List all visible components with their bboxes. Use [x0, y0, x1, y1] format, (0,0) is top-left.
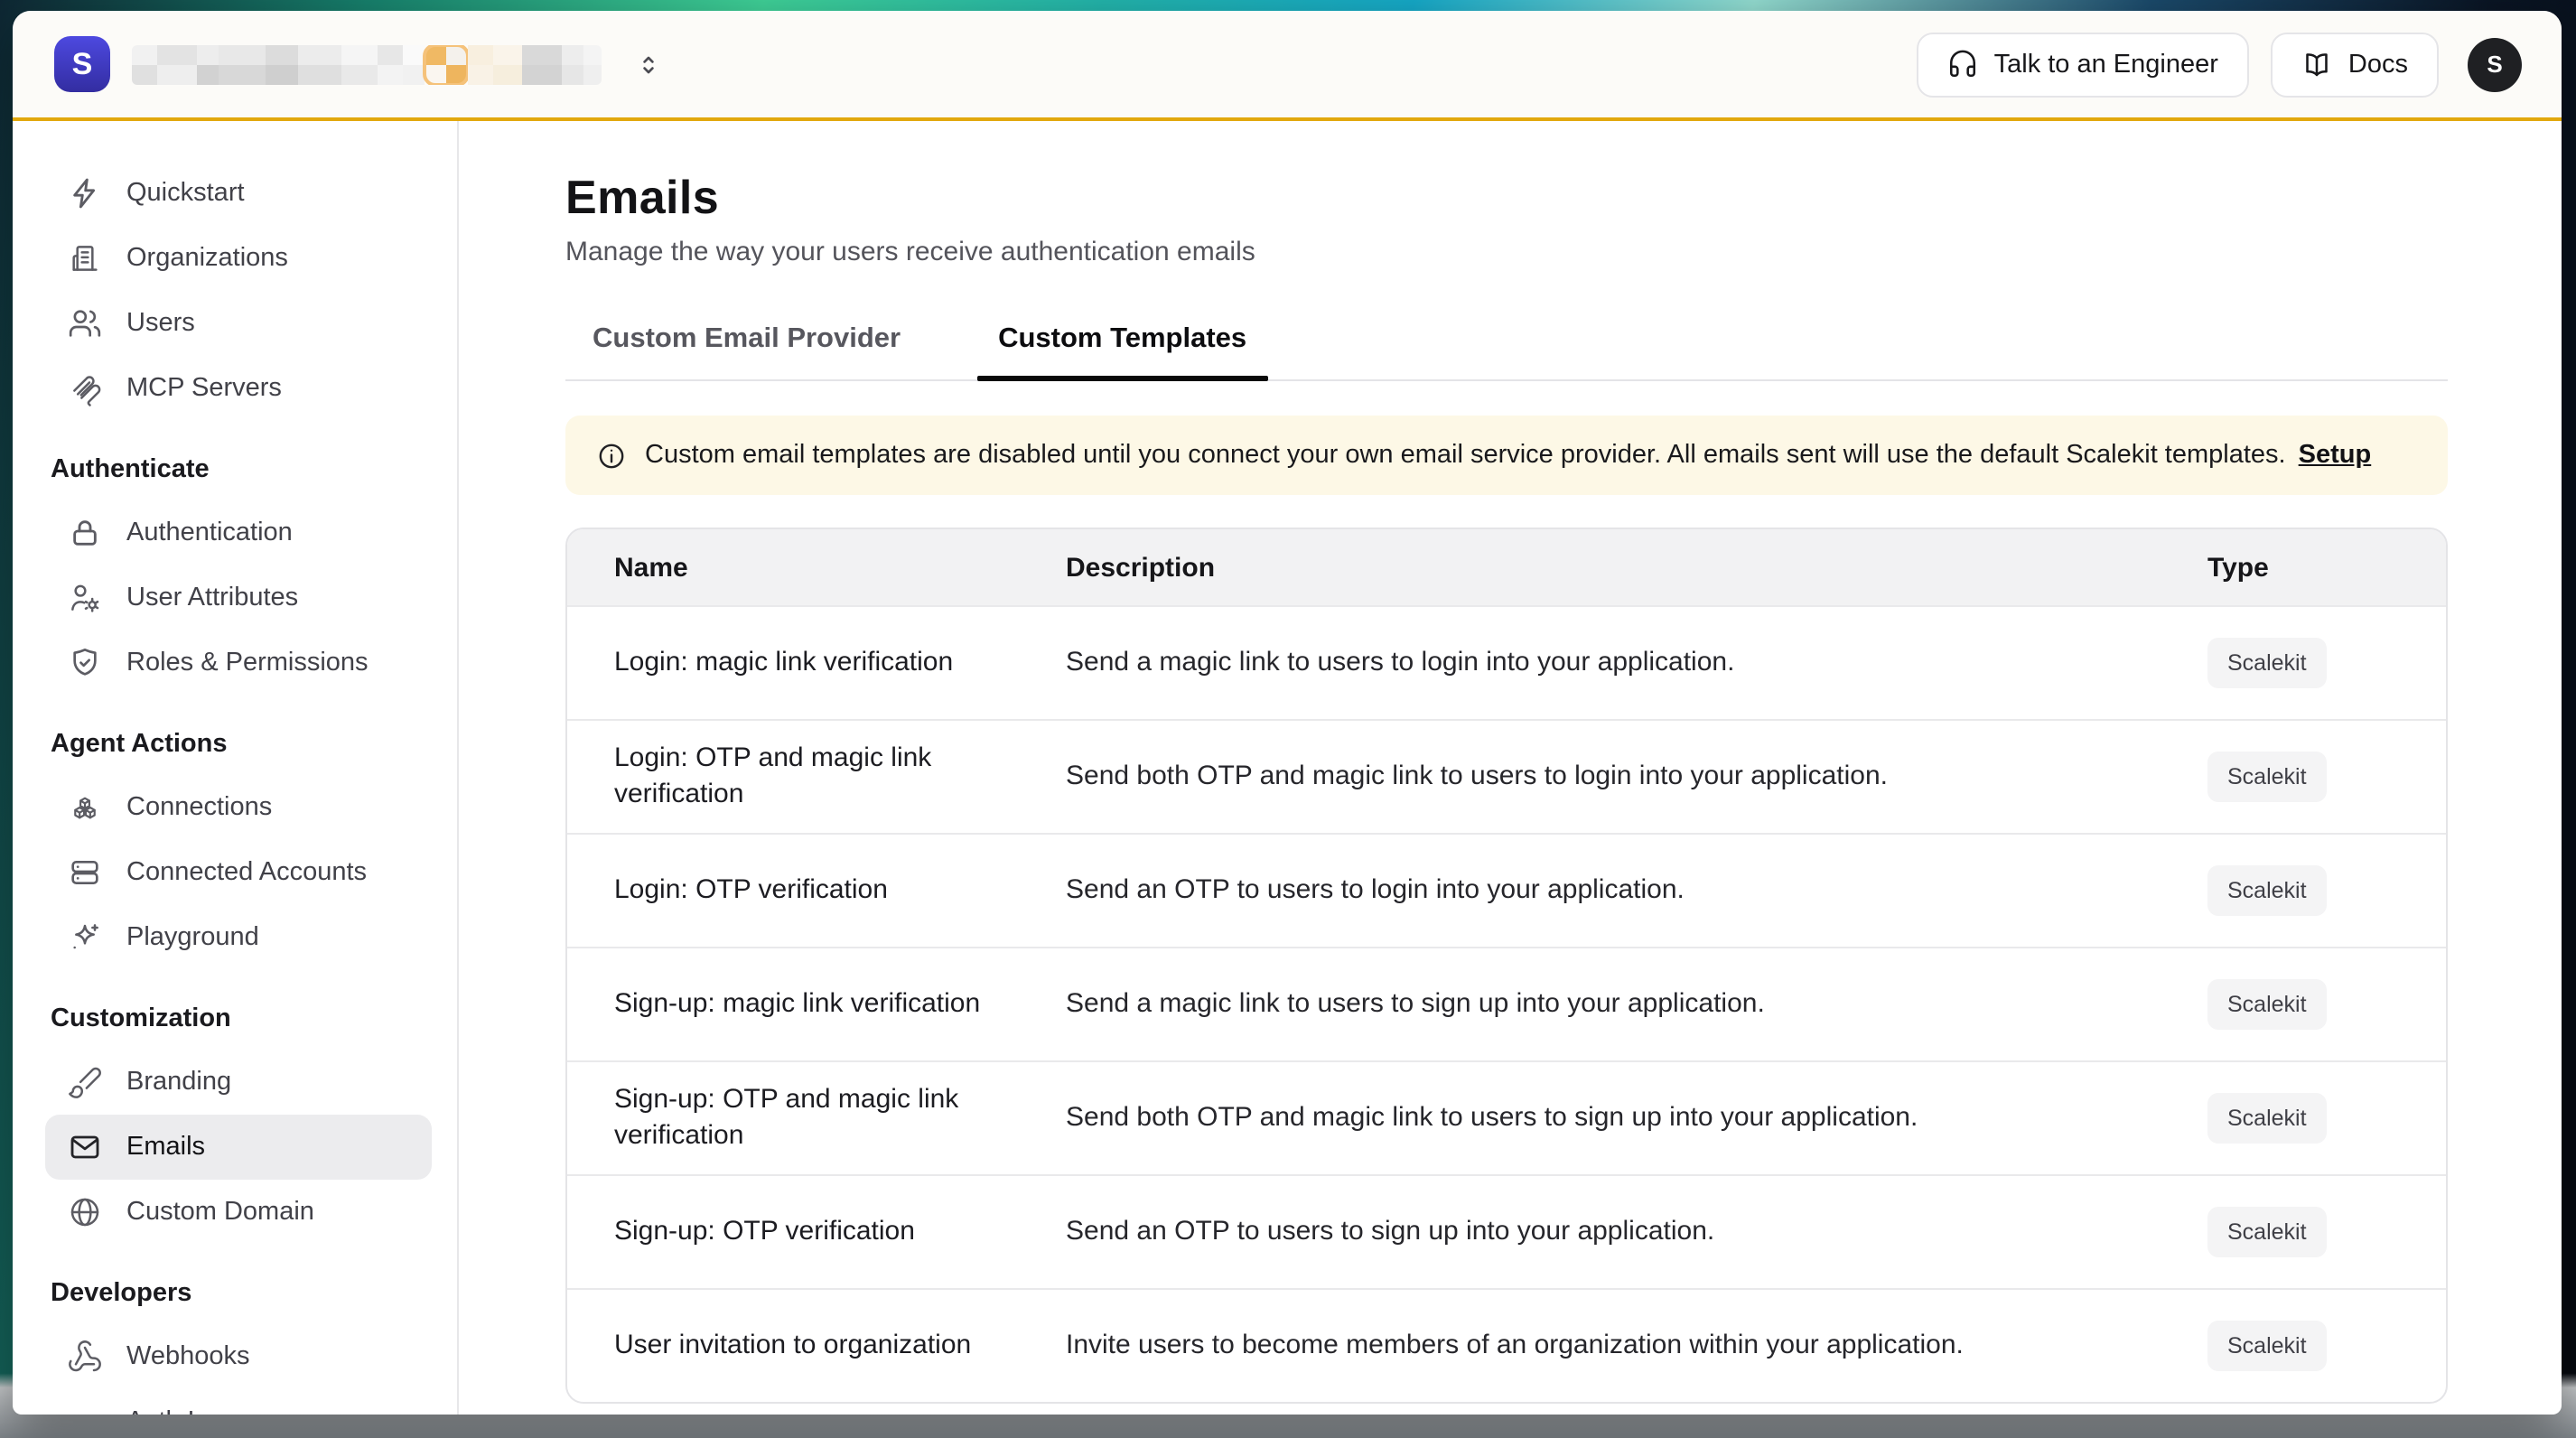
docs-label: Docs — [2348, 50, 2408, 79]
sidebar-item-auth-logs[interactable]: Auth Logs — [45, 1389, 432, 1415]
bar-chart-icon — [67, 1404, 103, 1415]
template-name: Sign-up: OTP and magic link verification — [567, 1064, 1019, 1172]
headphones-icon — [1947, 49, 1978, 79]
app-root: S — [0, 0, 2576, 1438]
sidebar-item-roles-permissions[interactable]: Roles & Permissions — [45, 630, 432, 696]
table-row[interactable]: Login: OTP and magic link verification S… — [567, 719, 2446, 833]
templates-table: Name Description Type Login: magic link … — [565, 528, 2448, 1404]
sidebar-item-branding[interactable]: Branding — [45, 1050, 432, 1115]
template-description: Send an OTP to users to sign up into you… — [1019, 1196, 2161, 1268]
table-row[interactable]: Login: magic link verification Send a ma… — [567, 605, 2446, 719]
sidebar-item-emails[interactable]: Emails — [45, 1115, 432, 1180]
shield-check-icon — [67, 645, 103, 681]
info-icon — [596, 440, 627, 471]
sidebar-item-connected-accounts[interactable]: Connected Accounts — [45, 840, 432, 905]
user-avatar[interactable]: S — [2468, 37, 2522, 91]
lock-icon — [67, 515, 103, 551]
template-name: Login: OTP and magic link verification — [567, 723, 1019, 831]
table-row[interactable]: Sign-up: magic link verification Send a … — [567, 947, 2446, 1060]
table-row[interactable]: Sign-up: OTP and magic link verification… — [567, 1060, 2446, 1174]
workspace-logo-letter: S — [72, 46, 93, 82]
sidebar-heading-agent-actions: Agent Actions — [45, 714, 432, 775]
template-name: User invitation to organization — [567, 1310, 1019, 1382]
sidebar-item-mcp-servers[interactable]: MCP Servers — [45, 356, 432, 421]
stacked-cards-icon — [67, 854, 103, 891]
column-header-name: Name — [567, 552, 1019, 583]
cubes-icon — [67, 789, 103, 826]
template-name: Sign-up: magic link verification — [567, 968, 1019, 1041]
sidebar-item-connections[interactable]: Connections — [45, 775, 432, 840]
sidebar-heading-customization: Customization — [45, 988, 432, 1050]
app-window: S — [13, 11, 2562, 1415]
banner-setup-link[interactable]: Setup — [2299, 441, 2372, 470]
table-row[interactable]: Sign-up: OTP verification Send an OTP to… — [567, 1174, 2446, 1288]
lightning-icon — [67, 175, 103, 211]
type-badge: Scalekit — [2207, 979, 2327, 1030]
envelope-icon — [67, 1129, 103, 1165]
column-header-type: Type — [2161, 552, 2446, 583]
tab-bar: Custom Email Provider Custom Templates — [565, 307, 2448, 381]
column-header-description: Description — [1019, 552, 2161, 583]
sparkle-icon — [67, 920, 103, 956]
page-subtitle: Manage the way your users receive authen… — [565, 237, 2448, 267]
template-description: Send an OTP to users to login into your … — [1019, 854, 2161, 927]
table-row[interactable]: User invitation to organization Invite u… — [567, 1288, 2446, 1402]
sidebar-heading-developers: Developers — [45, 1263, 432, 1324]
type-badge: Scalekit — [2207, 1207, 2327, 1257]
template-name: Sign-up: OTP verification — [567, 1196, 1019, 1268]
template-description: Send both OTP and magic link to users to… — [1019, 741, 2161, 813]
avatar-letter: S — [2487, 51, 2502, 78]
sidebar-item-playground[interactable]: Playground — [45, 905, 432, 970]
users-icon — [67, 305, 103, 341]
info-banner: Custom email templates are disabled unti… — [565, 416, 2448, 495]
sidebar-item-user-attributes[interactable]: User Attributes — [45, 565, 432, 630]
sidebar-heading-authenticate: Authenticate — [45, 439, 432, 500]
tab-custom-email-provider[interactable]: Custom Email Provider — [589, 307, 904, 379]
workspace-name-redacted — [132, 44, 602, 84]
type-badge: Scalekit — [2207, 1321, 2327, 1371]
docs-button[interactable]: Docs — [2271, 32, 2439, 97]
workspace-logo: S — [54, 36, 110, 92]
mcp-icon — [67, 370, 103, 406]
template-description: Invite users to become members of an org… — [1019, 1310, 2161, 1382]
type-badge: Scalekit — [2207, 865, 2327, 916]
book-open-icon — [2301, 49, 2332, 79]
table-header: Name Description Type — [567, 529, 2446, 605]
sidebar-item-authentication[interactable]: Authentication — [45, 500, 432, 565]
talk-to-engineer-label: Talk to an Engineer — [1994, 50, 2218, 79]
sidebar-item-webhooks[interactable]: Webhooks — [45, 1324, 432, 1389]
table-row[interactable]: Login: OTP verification Send an OTP to u… — [567, 833, 2446, 947]
workspace-emoji-redacted — [425, 44, 468, 84]
template-name: Login: OTP verification — [567, 854, 1019, 927]
talk-to-engineer-button[interactable]: Talk to an Engineer — [1917, 32, 2249, 97]
type-badge: Scalekit — [2207, 638, 2327, 688]
paintbrush-icon — [67, 1064, 103, 1100]
workspace-switcher[interactable]: S — [54, 36, 663, 92]
app-header: S — [13, 11, 2562, 121]
type-badge: Scalekit — [2207, 1093, 2327, 1144]
chevrons-up-down-icon[interactable] — [634, 50, 663, 79]
organization-icon — [67, 240, 103, 276]
page-title: Emails — [565, 170, 2448, 224]
template-description: Send a magic link to users to login into… — [1019, 627, 2161, 699]
sidebar-item-quickstart[interactable]: Quickstart — [45, 161, 432, 226]
template-name: Login: magic link verification — [567, 627, 1019, 699]
tab-custom-templates[interactable]: Custom Templates — [976, 307, 1268, 379]
globe-icon — [67, 1194, 103, 1230]
banner-text: Custom email templates are disabled unti… — [645, 441, 2286, 470]
template-description: Send both OTP and magic link to users to… — [1019, 1082, 2161, 1154]
type-badge: Scalekit — [2207, 752, 2327, 802]
sidebar-item-custom-domain[interactable]: Custom Domain — [45, 1180, 432, 1245]
sidebar-item-users[interactable]: Users — [45, 291, 432, 356]
sidebar-item-organizations[interactable]: Organizations — [45, 226, 432, 291]
sidebar: Quickstart Organizations Users MCP Serve… — [13, 121, 459, 1415]
template-description: Send a magic link to users to sign up in… — [1019, 968, 2161, 1041]
webhook-icon — [67, 1339, 103, 1375]
main-panel: Emails Manage the way your users receive… — [459, 121, 2562, 1415]
user-gear-icon — [67, 580, 103, 616]
